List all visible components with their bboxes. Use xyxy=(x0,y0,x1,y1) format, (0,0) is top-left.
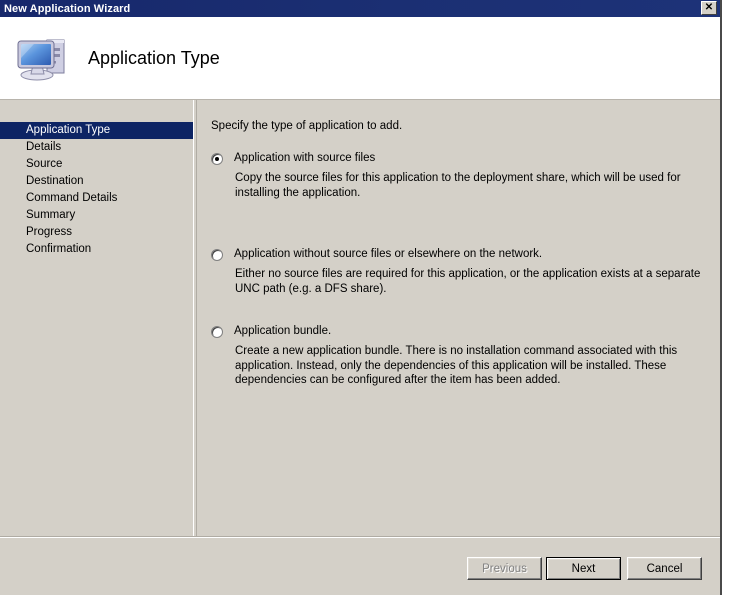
sidebar-item-summary[interactable]: Summary xyxy=(0,207,193,224)
cancel-button[interactable]: Cancel xyxy=(627,557,702,580)
wizard-header: Application Type xyxy=(0,17,720,100)
close-button[interactable]: ✕ xyxy=(701,1,717,15)
radio-option-3[interactable] xyxy=(211,326,223,338)
radio-option-2[interactable] xyxy=(211,249,223,261)
instruction-text: Specify the type of application to add. xyxy=(211,120,403,132)
previous-button[interactable]: Previous xyxy=(467,557,542,580)
step-list: Application Type Details Source Destination… xyxy=(0,122,193,258)
sidebar-item-progress[interactable]: Progress xyxy=(0,224,193,241)
wizard-window: New Application Wizard ✕ Application Typ… xyxy=(0,0,722,595)
wizard-body: Application Type Details Source Destination… xyxy=(0,100,720,537)
desktop-background: New Application Wizard ✕ Application Typ… xyxy=(0,0,729,595)
option-2-label[interactable]: Application without source files or else… xyxy=(234,248,542,261)
option-3[interactable]: Application bundle. Create a new applicat… xyxy=(211,325,711,388)
sidebar-item-command-details[interactable]: Command Details xyxy=(0,190,193,207)
option-1-label[interactable]: Application with source files xyxy=(234,152,375,165)
sidebar-item-source[interactable]: Source xyxy=(0,156,193,173)
sidebar-item-application-type[interactable]: Application Type xyxy=(0,122,193,139)
page-title: Application Type xyxy=(88,47,220,68)
sidebar-item-confirmation[interactable]: Confirmation xyxy=(0,241,193,258)
option-2-description: Either no source files are required for … xyxy=(235,268,701,295)
wizard-steps-sidebar: Application Type Details Source Destination… xyxy=(0,100,193,537)
sidebar-content-divider xyxy=(193,100,197,537)
option-1-description: Copy the source files for this applicati… xyxy=(235,172,681,199)
window-title: New Application Wizard xyxy=(4,2,131,15)
radio-option-1[interactable] xyxy=(211,153,223,165)
option-2-row[interactable]: Application without source files or else… xyxy=(211,248,711,261)
button-bar: Previous Next Cancel xyxy=(0,536,720,595)
option-2[interactable]: Application without source files or else… xyxy=(211,248,711,296)
option-1[interactable]: Application with source files Copy the so… xyxy=(211,152,711,200)
option-3-label[interactable]: Application bundle. xyxy=(234,325,331,338)
option-1-row[interactable]: Application with source files xyxy=(211,152,711,165)
close-icon: ✕ xyxy=(704,2,714,13)
content-pane: Specify the type of application to add. … xyxy=(198,100,720,537)
sidebar-item-destination[interactable]: Destination xyxy=(0,173,193,190)
sidebar-item-details[interactable]: Details xyxy=(0,139,193,156)
footer-separator xyxy=(0,536,720,537)
title-bar: New Application Wizard ✕ xyxy=(0,0,720,17)
next-button[interactable]: Next xyxy=(546,557,621,580)
option-3-row[interactable]: Application bundle. xyxy=(211,325,711,338)
computer-monitor-icon xyxy=(17,39,65,81)
option-3-description: Create a new application bundle. There i… xyxy=(235,345,678,386)
